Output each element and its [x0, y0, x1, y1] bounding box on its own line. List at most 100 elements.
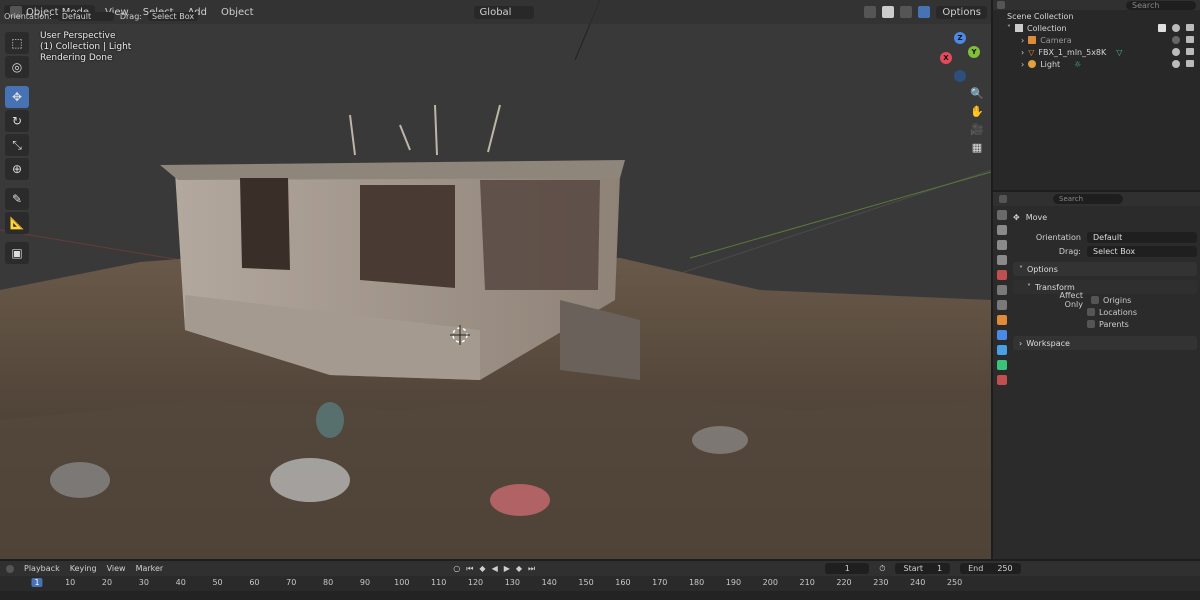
- output-tab-icon[interactable]: [997, 240, 1007, 250]
- menu-object[interactable]: Object: [217, 6, 258, 19]
- exclude-checkbox[interactable]: [1158, 24, 1166, 32]
- transform-orientation-label: Global: [479, 6, 512, 18]
- locations-row: Locations: [1013, 306, 1197, 318]
- drag-prop-field[interactable]: Select Box: [1087, 245, 1197, 257]
- render-tab-icon[interactable]: [997, 225, 1007, 235]
- chevron-right-icon[interactable]: ›: [1021, 60, 1024, 69]
- cursor-tool[interactable]: ◎: [5, 56, 29, 78]
- render-camera-icon[interactable]: [1186, 36, 1194, 43]
- chevron-right-icon[interactable]: ›: [1021, 36, 1024, 45]
- eye-icon[interactable]: [1172, 24, 1180, 32]
- timeline-track[interactable]: [0, 591, 1200, 600]
- play-icon[interactable]: ▶: [504, 564, 510, 574]
- orientation-label: Orientation:: [4, 12, 52, 21]
- gizmo-z-axis[interactable]: Z: [954, 32, 966, 44]
- locations-checkbox[interactable]: [1087, 308, 1095, 316]
- editor-type-icon[interactable]: [6, 564, 14, 573]
- eye-icon[interactable]: [1172, 60, 1180, 68]
- tool-tab-icon[interactable]: [997, 210, 1007, 220]
- parents-checkbox[interactable]: [1087, 320, 1095, 328]
- origins-checkbox[interactable]: [1091, 296, 1099, 304]
- ruler-current-frame[interactable]: 1: [31, 578, 43, 587]
- pan-hand-icon[interactable]: ✋: [969, 104, 985, 120]
- collection-tab-icon[interactable]: [997, 300, 1007, 310]
- world-tab-icon[interactable]: [997, 285, 1007, 295]
- start-frame-field[interactable]: Start 1: [895, 563, 951, 574]
- collection-text: (1) Collection | Light: [40, 42, 132, 52]
- shading-material-icon[interactable]: [900, 6, 913, 18]
- next-key-icon[interactable]: ◆: [516, 564, 522, 574]
- options-panel-label: Options: [1027, 264, 1058, 274]
- scale-tool[interactable]: ⤡: [5, 134, 29, 156]
- editor-type-icon[interactable]: [997, 1, 1005, 9]
- 3d-viewport[interactable]: Object Mode View Select Add Object Globa…: [0, 0, 991, 559]
- menu-keying[interactable]: Keying: [70, 564, 97, 573]
- chevron-right-icon[interactable]: ›: [1021, 48, 1024, 57]
- camera-view-icon[interactable]: 🎥: [969, 122, 985, 138]
- jump-end-icon[interactable]: ⏭: [528, 564, 535, 574]
- record-icon[interactable]: ○: [453, 564, 460, 574]
- end-frame-field[interactable]: End 250: [960, 563, 1021, 574]
- gizmo-y-axis[interactable]: Y: [968, 46, 980, 58]
- prev-key-icon[interactable]: ◆: [479, 564, 485, 574]
- options-dropdown[interactable]: Options: [936, 5, 987, 19]
- zoom-icon[interactable]: 🔍: [969, 86, 985, 102]
- texture-tab-icon[interactable]: [997, 375, 1007, 385]
- eye-icon[interactable]: [1172, 36, 1180, 44]
- perspective-grid-icon[interactable]: ▦: [969, 140, 985, 156]
- timeline-ruler[interactable]: 1 10 20 30 40 50 60 70 80 90 100 110 120 130 140 150 16…: [0, 578, 1200, 590]
- shading-solid-icon[interactable]: [882, 6, 895, 18]
- transform-panel-header[interactable]: ˅ Transform: [1013, 280, 1197, 294]
- view-layer-tab-icon[interactable]: [997, 255, 1007, 265]
- rotate-tool[interactable]: ↻: [5, 110, 29, 132]
- eye-icon[interactable]: [1172, 48, 1180, 56]
- jump-start-icon[interactable]: ⏮: [466, 564, 473, 574]
- options-panel-header[interactable]: ˅ Options: [1013, 262, 1197, 276]
- editor-type-icon[interactable]: [999, 195, 1007, 203]
- scene-tab-icon[interactable]: [997, 270, 1007, 280]
- cursor-icon: ◎: [11, 60, 23, 74]
- scene-collection-row[interactable]: Scene Collection: [993, 10, 1200, 22]
- clock-icon[interactable]: ⏱: [879, 564, 885, 574]
- object-tab-icon[interactable]: [997, 315, 1007, 325]
- chevron-down-icon[interactable]: ˅: [1007, 24, 1011, 33]
- move-tool[interactable]: ✥: [5, 86, 29, 108]
- timeline-panel: Playback Keying View Marker ○ ⏮ ◆ ◀ ▶ ◆ …: [0, 561, 1200, 600]
- annotate-tool[interactable]: ✎: [5, 188, 29, 210]
- data-tab-icon[interactable]: [997, 360, 1007, 370]
- outliner-item-fbx[interactable]: › ▽ FBX_1_mln_5x8K ▽: [993, 46, 1200, 58]
- menu-playback[interactable]: Playback: [24, 564, 60, 573]
- outliner-item-camera[interactable]: › Camera: [993, 34, 1200, 46]
- orientation-prop-label: Orientation: [1035, 232, 1081, 242]
- select-box-tool[interactable]: ⬚: [5, 32, 29, 54]
- ruler-tick: 10: [65, 578, 76, 587]
- modifier-tab-icon[interactable]: [997, 330, 1007, 340]
- move-icon: ✥: [1013, 212, 1020, 222]
- shading-wireframe-icon[interactable]: [864, 6, 877, 18]
- physics-tab-icon[interactable]: [997, 345, 1007, 355]
- shading-rendered-icon[interactable]: [918, 6, 931, 18]
- outliner-search[interactable]: Search: [1126, 0, 1196, 10]
- play-reverse-icon[interactable]: ◀: [492, 564, 498, 574]
- gizmo-neg-z[interactable]: [954, 70, 966, 82]
- ruler-tick: 230: [873, 578, 889, 587]
- render-camera-icon[interactable]: [1186, 60, 1194, 67]
- measure-tool[interactable]: 📐: [5, 212, 29, 234]
- transform-tool[interactable]: ⊕: [5, 158, 29, 180]
- current-frame-field[interactable]: 1: [825, 563, 870, 574]
- workspace-panel-header[interactable]: › Workspace: [1013, 336, 1197, 350]
- move-icon: ✥: [11, 90, 23, 104]
- menu-marker[interactable]: Marker: [136, 564, 164, 573]
- add-cube-tool[interactable]: ▣: [5, 242, 29, 264]
- properties-search[interactable]: Search: [1053, 194, 1123, 204]
- collection-row[interactable]: ˅ Collection: [993, 22, 1200, 34]
- gizmo-x-axis[interactable]: X: [940, 52, 952, 64]
- orientation-prop-field[interactable]: Default: [1087, 231, 1197, 243]
- transform-orientation-dropdown[interactable]: Global: [473, 5, 534, 19]
- menu-view[interactable]: View: [107, 564, 126, 573]
- orientation-dropdown[interactable]: Default: [57, 12, 114, 21]
- drag-dropdown[interactable]: Select Box: [147, 12, 199, 21]
- render-camera-icon[interactable]: [1186, 24, 1194, 31]
- render-camera-icon[interactable]: [1186, 48, 1194, 55]
- outliner-item-light[interactable]: › Light ☼: [993, 58, 1200, 70]
